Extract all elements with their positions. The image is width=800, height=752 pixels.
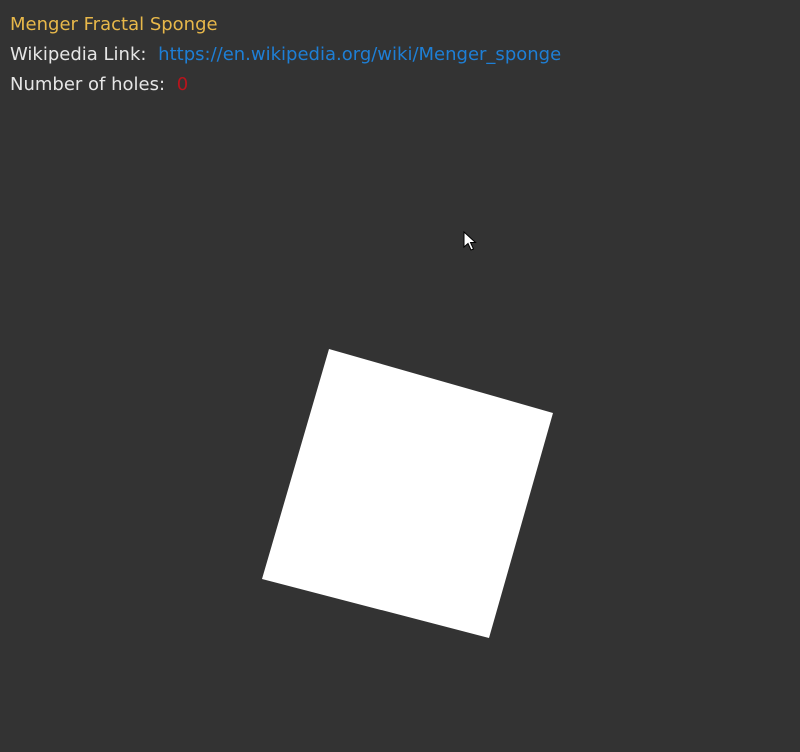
- menger-cube: [262, 349, 553, 638]
- sponge-canvas[interactable]: [0, 0, 800, 752]
- arrow-cursor-icon: [463, 231, 477, 251]
